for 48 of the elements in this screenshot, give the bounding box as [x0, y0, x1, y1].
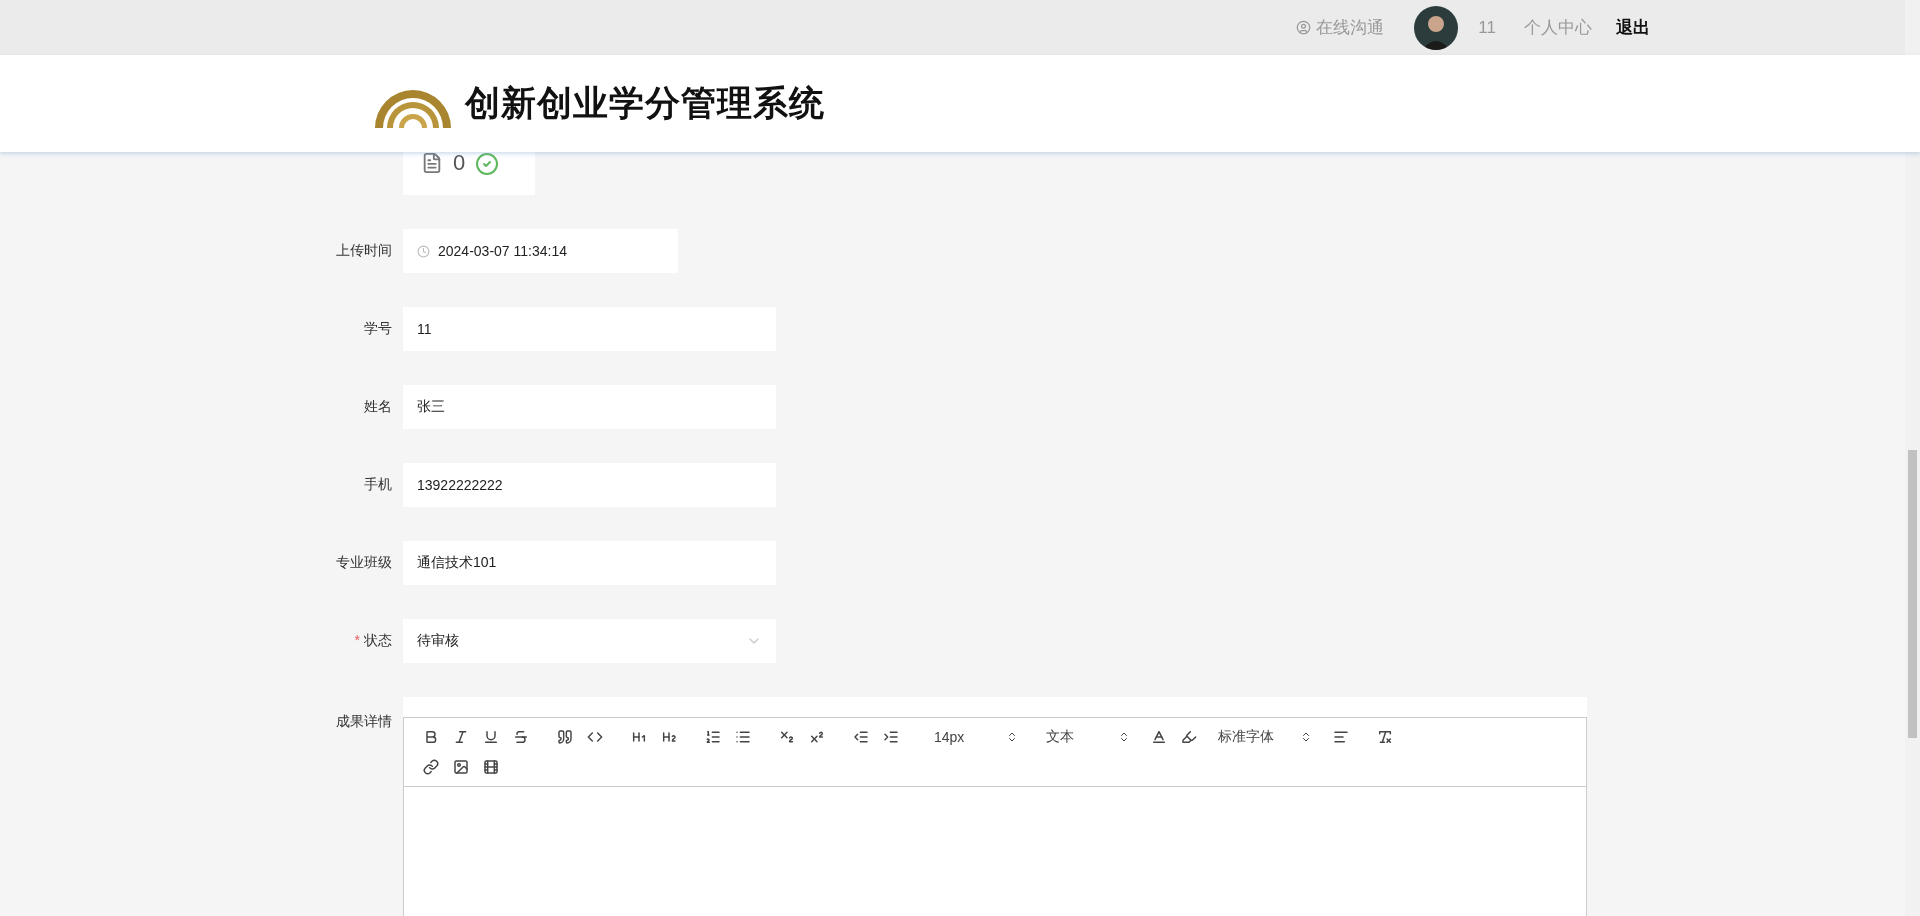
bold-icon — [423, 729, 439, 745]
field-label: 成果详情 — [335, 712, 393, 731]
video-icon — [483, 759, 499, 775]
image-icon — [453, 759, 469, 775]
heading-one-icon — [631, 729, 647, 745]
input-field[interactable]: 13922222222 — [403, 463, 776, 507]
clear-format-icon — [1377, 729, 1393, 745]
code-icon — [587, 729, 603, 745]
subscript-icon — [779, 729, 795, 745]
date-field[interactable]: 2024-03-07 11:34:14 — [403, 229, 678, 273]
outdent-icon — [853, 729, 869, 745]
size-picker[interactable]: 14px — [926, 726, 1026, 748]
align-icon — [1333, 729, 1349, 745]
field-label: 姓名 — [363, 398, 393, 416]
underline-icon — [483, 729, 499, 745]
count: 0 — [453, 152, 466, 174]
strikethrough-icon — [513, 729, 529, 745]
user-icon — [1296, 20, 1312, 35]
input-field[interactable]: 11 — [403, 307, 776, 351]
heading-picker[interactable]: 文本 — [1038, 726, 1138, 748]
input-field[interactable]: 通信技术101 — [403, 541, 776, 585]
bullet-list-icon — [735, 729, 751, 745]
updown-icon — [1006, 731, 1018, 743]
indent-icon — [883, 729, 899, 745]
updown-icon — [1300, 731, 1312, 743]
clock-icon — [417, 244, 430, 258]
updown-icon — [1118, 731, 1130, 743]
field-label: 手机 — [363, 476, 393, 494]
field-label: 专业班级 — [335, 554, 393, 572]
field-label: 上传时间 — [335, 242, 393, 260]
heading-two-icon — [661, 729, 677, 745]
status-select[interactable]: 待审核 — [403, 619, 776, 663]
site-title: 创新创业学分管理系统 — [465, 82, 825, 124]
check-circle-icon — [475, 152, 500, 176]
username: 11 — [1478, 17, 1496, 38]
logout-link[interactable]: 退出 — [1616, 16, 1650, 39]
ordered-list-icon — [705, 729, 721, 745]
input-field[interactable]: 张三 — [403, 385, 776, 429]
quote-icon — [557, 729, 573, 745]
italic-icon — [453, 729, 469, 745]
highlight-icon — [1181, 729, 1197, 745]
field-label: 学号 — [363, 320, 393, 338]
link-icon — [423, 759, 439, 775]
superscript-icon — [809, 729, 825, 745]
text-color-icon — [1151, 729, 1167, 745]
field-label: * 状态 — [353, 632, 393, 650]
document-icon — [421, 152, 443, 174]
font-picker[interactable]: 标准字体 — [1210, 726, 1320, 748]
